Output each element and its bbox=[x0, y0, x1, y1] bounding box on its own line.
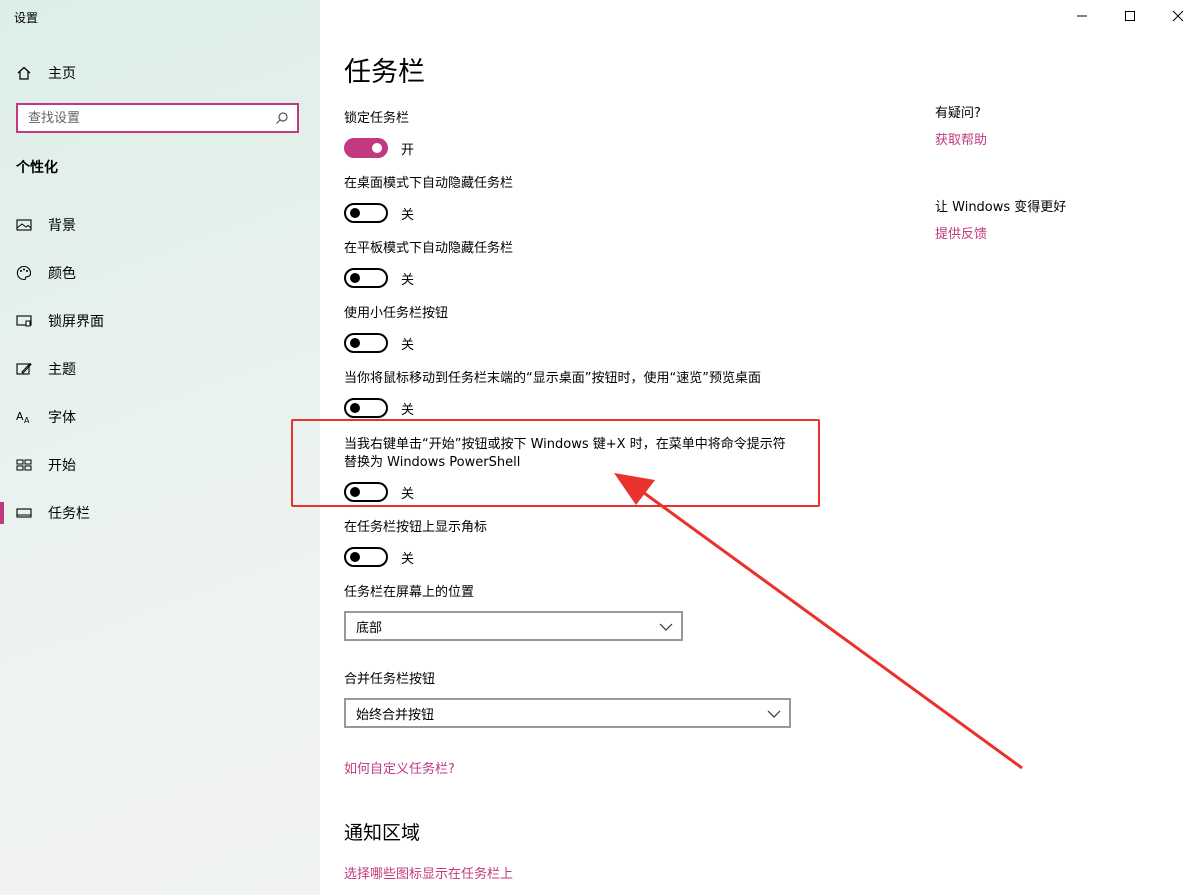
setting-label: 锁定任务栏 bbox=[344, 111, 410, 126]
sidebar-item-background[interactable]: 背景 bbox=[16, 214, 306, 236]
minimize-icon bbox=[1077, 15, 1087, 17]
search-box[interactable] bbox=[16, 103, 299, 133]
taskbar-icon bbox=[16, 508, 32, 518]
customize-taskbar-link[interactable]: 如何自定义任务栏? bbox=[344, 758, 455, 777]
dropdown-value: 底部 bbox=[356, 620, 383, 636]
sidebar-item-fonts[interactable]: A A 字体 bbox=[16, 406, 306, 428]
setting-label: 在任务栏按钮上显示角标 bbox=[344, 520, 488, 535]
maximize-button[interactable] bbox=[1120, 6, 1140, 26]
get-help-link[interactable]: 获取帮助 bbox=[935, 129, 987, 148]
badges-toggle[interactable] bbox=[344, 547, 388, 567]
lock-taskbar-toggle[interactable] bbox=[344, 138, 388, 158]
svg-text:A: A bbox=[24, 416, 30, 425]
setting-label: 当你将鼠标移动到任务栏末端的“显示桌面”按钮时，使用“速览”预览桌面 bbox=[344, 371, 761, 386]
feedback-heading: 让 Windows 变得更好 bbox=[935, 200, 1067, 215]
toggle-state: 关 bbox=[401, 402, 415, 418]
font-icon: A A bbox=[16, 410, 30, 425]
start-icon bbox=[16, 459, 32, 471]
palette-icon bbox=[16, 265, 32, 280]
theme-icon bbox=[16, 362, 32, 375]
sidebar-item-colors[interactable]: 颜色 bbox=[16, 262, 306, 284]
minimize-button[interactable] bbox=[1072, 6, 1092, 26]
toggle-state: 关 bbox=[401, 551, 415, 567]
svg-text:A: A bbox=[16, 410, 24, 423]
toggle-state: 关 bbox=[401, 337, 415, 353]
lock-screen-icon bbox=[16, 315, 32, 327]
toggle-state: 关 bbox=[401, 272, 415, 288]
search-icon[interactable] bbox=[275, 111, 289, 125]
sidebar-item-taskbar[interactable]: 任务栏 bbox=[0, 502, 306, 524]
page-title: 任务栏 bbox=[344, 57, 425, 88]
sidebar: 设置 主页 个性化 背景 颜色 锁屏界面 bbox=[0, 0, 320, 895]
toggle-state: 关 bbox=[401, 207, 415, 223]
setting-label: 在桌面模式下自动隐藏任务栏 bbox=[344, 176, 514, 191]
sidebar-item-label: 开始 bbox=[48, 458, 76, 474]
toggle-knob bbox=[350, 403, 360, 413]
chevron-down-icon bbox=[767, 710, 781, 718]
setting-label: 任务栏在屏幕上的位置 bbox=[344, 585, 475, 600]
give-feedback-link[interactable]: 提供反馈 bbox=[935, 223, 987, 242]
sidebar-item-label: 颜色 bbox=[48, 266, 76, 282]
image-icon bbox=[16, 219, 32, 231]
small-buttons-toggle-row: 关 bbox=[344, 333, 414, 353]
autohide-desktop-toggle[interactable] bbox=[344, 203, 388, 223]
sidebar-item-start[interactable]: 开始 bbox=[16, 454, 306, 476]
peek-toggle[interactable] bbox=[344, 398, 388, 418]
sidebar-item-label: 锁屏界面 bbox=[48, 314, 104, 330]
badges-toggle-row: 关 bbox=[344, 547, 414, 567]
notification-area-heading: 通知区域 bbox=[344, 822, 421, 844]
sidebar-item-themes[interactable]: 主题 bbox=[16, 358, 306, 380]
autohide-tablet-toggle[interactable] bbox=[344, 268, 388, 288]
search-input[interactable] bbox=[18, 105, 273, 131]
taskbar-position-dropdown[interactable]: 底部 bbox=[344, 611, 683, 641]
close-icon bbox=[1172, 10, 1184, 22]
autohide-tablet-toggle-row: 关 bbox=[344, 268, 414, 288]
close-button[interactable] bbox=[1168, 6, 1188, 26]
toggle-knob bbox=[350, 273, 360, 283]
dropdown-value: 始终合并按钮 bbox=[356, 707, 435, 723]
toggle-knob bbox=[350, 338, 360, 348]
combine-buttons-dropdown[interactable]: 始终合并按钮 bbox=[344, 698, 791, 728]
autohide-desktop-toggle-row: 关 bbox=[344, 203, 414, 223]
sidebar-item-lock-screen[interactable]: 锁屏界面 bbox=[16, 310, 306, 332]
section-title: 个性化 bbox=[16, 160, 58, 176]
app-title: 设置 bbox=[14, 11, 39, 25]
small-buttons-toggle[interactable] bbox=[344, 333, 388, 353]
sidebar-item-home[interactable]: 主页 bbox=[16, 62, 306, 84]
toggle-knob bbox=[372, 143, 382, 153]
annotation-highlight-box bbox=[291, 419, 820, 507]
peek-toggle-row: 关 bbox=[344, 398, 414, 418]
sidebar-item-label: 主题 bbox=[48, 362, 76, 378]
maximize-icon bbox=[1125, 11, 1135, 21]
toggle-state: 开 bbox=[401, 142, 415, 158]
sidebar-item-label: 主页 bbox=[48, 66, 76, 82]
sidebar-item-label: 字体 bbox=[48, 410, 76, 426]
sidebar-item-label: 背景 bbox=[48, 218, 76, 234]
sidebar-item-label: 任务栏 bbox=[48, 506, 90, 522]
setting-label: 合并任务栏按钮 bbox=[344, 672, 436, 687]
help-heading: 有疑问? bbox=[935, 106, 981, 121]
toggle-knob bbox=[350, 208, 360, 218]
toggle-knob bbox=[350, 552, 360, 562]
setting-label: 使用小任务栏按钮 bbox=[344, 306, 449, 321]
chevron-down-icon bbox=[659, 623, 673, 631]
home-icon bbox=[17, 66, 31, 80]
setting-label: 在平板模式下自动隐藏任务栏 bbox=[344, 241, 514, 256]
lock-taskbar-toggle-row: 开 bbox=[344, 138, 414, 158]
select-icons-link[interactable]: 选择哪些图标显示在任务栏上 bbox=[344, 863, 513, 882]
